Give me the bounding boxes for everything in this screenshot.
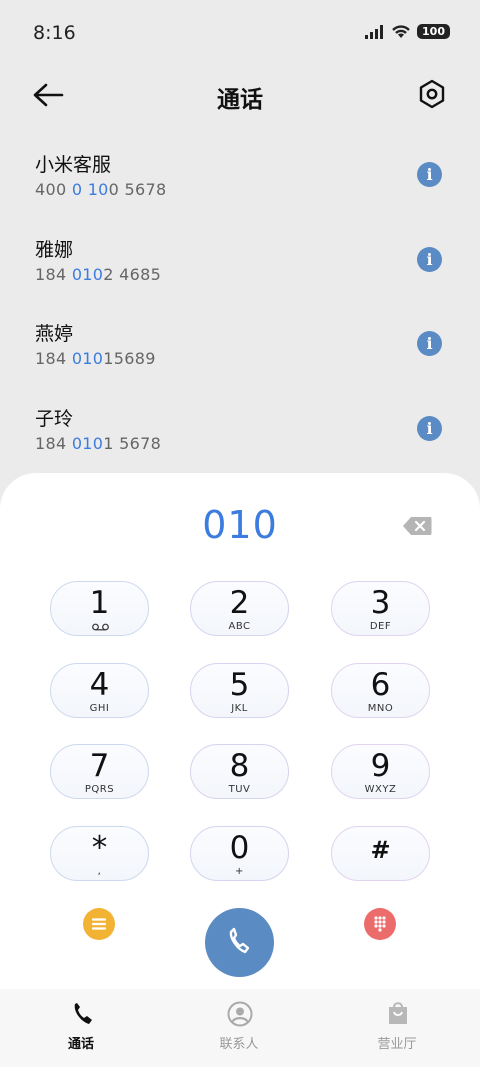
contact-row[interactable]: 燕婷 184 01015689 i: [0, 309, 480, 394]
voicemail-icon: [92, 623, 109, 631]
call-button[interactable]: [205, 908, 274, 977]
contact-row[interactable]: 小米客服 400 0 100 5678 i: [0, 140, 480, 225]
key-hash[interactable]: #: [331, 826, 430, 881]
status-bar: 8:16 100: [0, 0, 480, 68]
key-5[interactable]: 5 JKL: [190, 663, 289, 718]
settings-icon[interactable]: [418, 78, 446, 110]
key-0[interactable]: 0 +: [190, 826, 289, 881]
info-icon[interactable]: i: [417, 415, 442, 441]
status-time: 8:16: [33, 22, 76, 44]
tab-store-label: 营业厅: [377, 1037, 417, 1052]
signal-icon: [365, 24, 384, 39]
key-4[interactable]: 4 GHI: [50, 663, 149, 718]
keypad-grid-icon: [374, 916, 386, 932]
tab-contacts-label: 联系人: [219, 1037, 259, 1052]
menu-button[interactable]: [83, 908, 115, 940]
tab-calls-label: 通话: [67, 1037, 94, 1052]
key-9[interactable]: 9 WXYZ: [331, 744, 430, 799]
page-title: 通话: [217, 87, 263, 113]
key-6[interactable]: 6 MNO: [331, 663, 430, 718]
menu-icon: [91, 918, 107, 930]
contact-row[interactable]: 子玲 184 0101 5678 i: [0, 394, 480, 479]
keypad-toggle-button[interactable]: [364, 908, 396, 940]
key-1[interactable]: 1: [50, 581, 149, 636]
tab-calls[interactable]: 通话: [21, 989, 141, 1067]
contacts-icon: [227, 1001, 253, 1027]
header: 通话: [0, 68, 480, 124]
contact-number: 184 0102 4685: [35, 264, 162, 284]
contact-number: 184 01015689: [35, 349, 156, 368]
contact-name: 燕婷: [35, 323, 74, 345]
tab-contacts[interactable]: 联系人: [179, 989, 299, 1067]
contact-name: 小米客服: [35, 154, 112, 176]
bottom-nav: 通话 联系人 营业厅: [0, 989, 480, 1067]
phone-icon: [74, 1003, 92, 1024]
key-8[interactable]: 8 TUV: [190, 744, 289, 799]
contact-number: 400 0 100 5678: [35, 180, 167, 199]
info-icon[interactable]: i: [417, 162, 442, 187]
wifi-icon: [392, 25, 410, 38]
store-bag-icon: [389, 1002, 407, 1024]
contact-number: 184 0101 5678: [35, 433, 162, 453]
info-icon[interactable]: i: [417, 246, 442, 272]
key-3[interactable]: 3 DEF: [331, 581, 430, 636]
contact-row[interactable]: 雅娜 184 0102 4685 i: [0, 225, 480, 310]
tab-store[interactable]: 营业厅: [337, 989, 457, 1067]
backspace-icon[interactable]: [402, 516, 432, 536]
contact-name: 雅娜: [35, 238, 74, 261]
key-2[interactable]: 2 ABC: [190, 581, 289, 636]
key-7[interactable]: 7 PQRS: [50, 744, 149, 799]
key-star[interactable]: * ,: [50, 826, 149, 881]
status-icons: 100: [365, 24, 450, 39]
contact-list: 小米客服 400 0 100 5678 i 雅娜 184 0102 4685 i…: [0, 140, 480, 478]
dialpad-panel: 010 1 2 ABC 3 DEF 4 GHI 5 JKL 6 MNO 7 PQ…: [0, 473, 480, 1067]
phone-icon: [229, 927, 250, 954]
contact-name: 子玲: [35, 407, 74, 430]
battery-indicator: 100: [417, 24, 450, 39]
info-icon[interactable]: i: [417, 331, 442, 356]
